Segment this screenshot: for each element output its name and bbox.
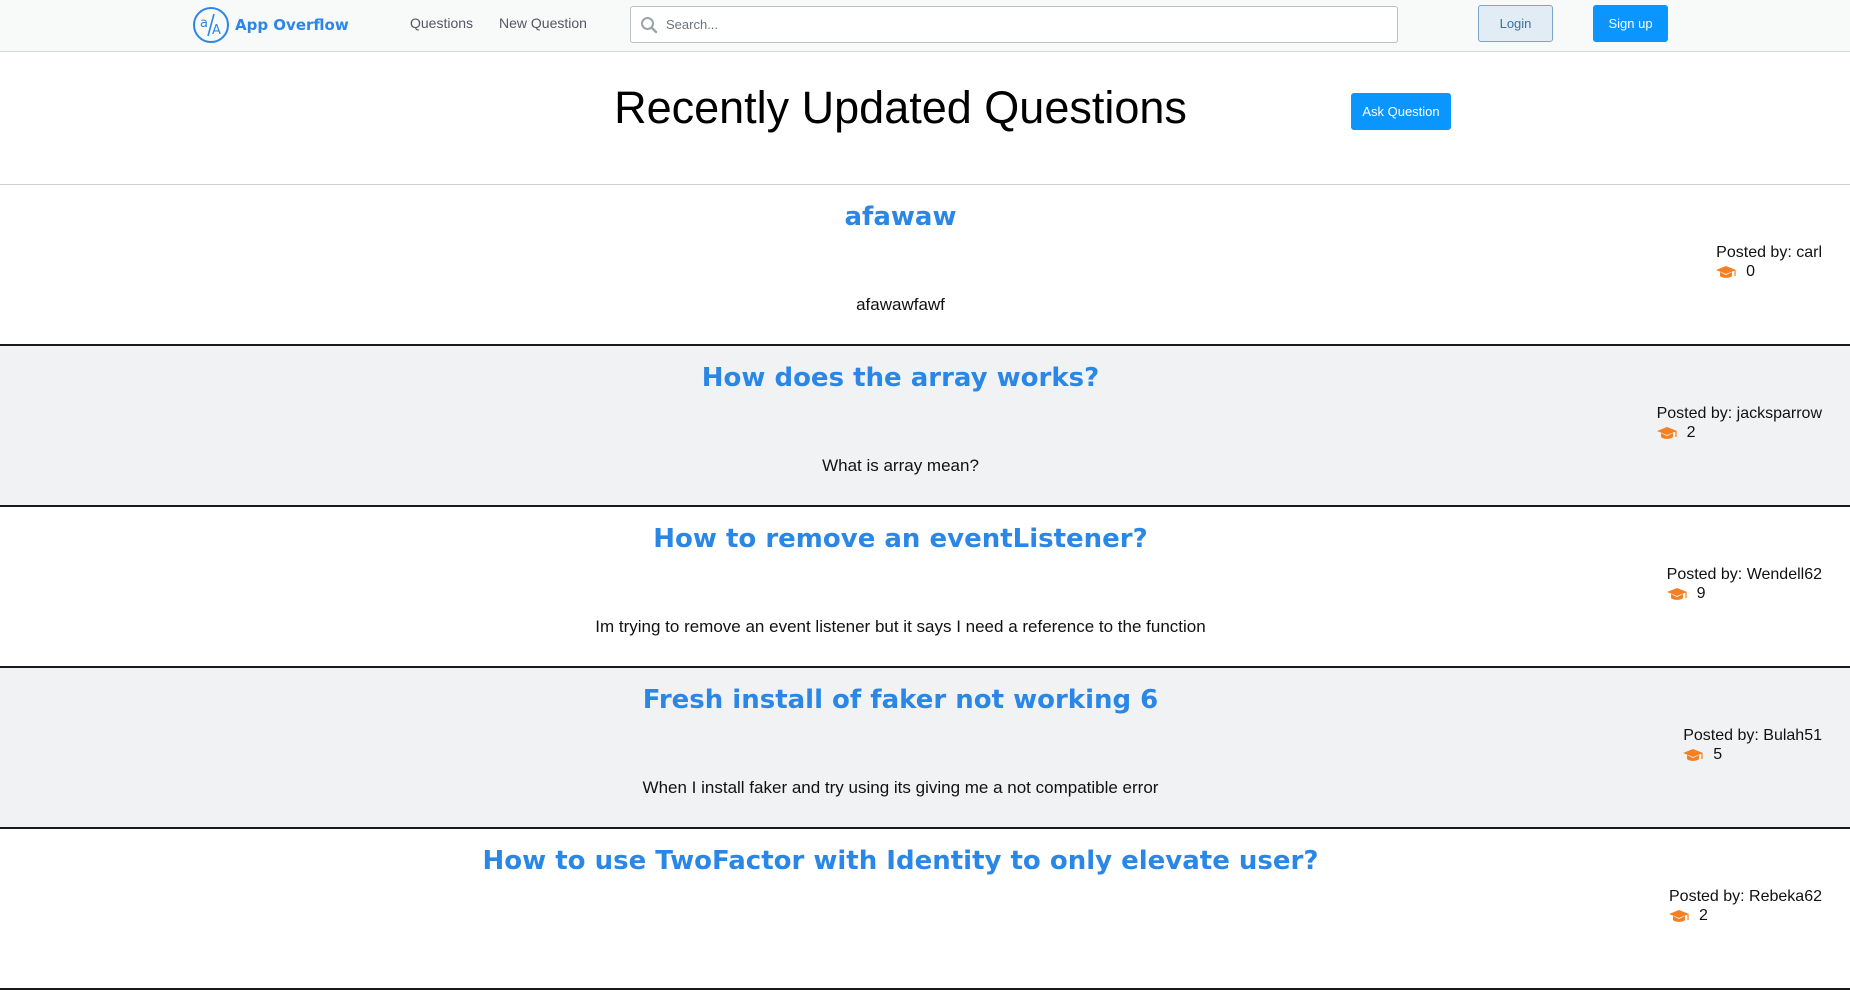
author-name: jacksparrow	[1736, 405, 1822, 422]
page-title: Recently Updated Questions	[614, 82, 1187, 133]
question-meta: Posted by: Wendell62 9	[1666, 566, 1822, 603]
graduation-cap-icon	[1666, 588, 1687, 600]
brand-link[interactable]: a A App Overflow	[192, 5, 349, 45]
posted-by: Posted by: Wendell62	[1666, 566, 1822, 583]
author-name: carl	[1796, 244, 1822, 261]
reputation-value: 0	[1746, 263, 1756, 280]
question-title-link[interactable]: Fresh install of faker not working 6	[0, 685, 1801, 715]
question-title-link[interactable]: How to use TwoFactor with Identity to on…	[0, 846, 1801, 876]
posted-by: Posted by: carl	[1716, 244, 1822, 261]
reputation-value: 2	[1699, 907, 1708, 924]
question-meta: Posted by: carl 0	[1716, 244, 1822, 281]
posted-by: Posted by: Rebeka62	[1669, 888, 1822, 905]
question-title-link[interactable]: afawaw	[0, 202, 1801, 232]
question-meta: Posted by: Rebeka62 2	[1669, 888, 1822, 925]
question-title-link[interactable]: How does the array works?	[0, 363, 1801, 393]
reputation: 2	[1669, 907, 1822, 925]
question-meta: Posted by: jacksparrow 2	[1656, 405, 1822, 442]
author-name: Bulah51	[1763, 727, 1822, 744]
question-meta: Posted by: Bulah51 5	[1683, 727, 1822, 764]
graduation-cap-icon	[1683, 749, 1704, 761]
search-box[interactable]	[630, 6, 1398, 43]
reputation: 5	[1683, 746, 1822, 764]
nav-new-question-link[interactable]: New Question	[499, 15, 587, 31]
question-item: How does the array works? Posted by: jac…	[0, 346, 1850, 507]
reputation: 9	[1666, 585, 1822, 603]
question-item: afawaw Posted by: carl 0 afawawfawf	[0, 185, 1850, 346]
reputation-value: 2	[1686, 424, 1696, 441]
question-item: How to remove an eventListener? Posted b…	[0, 507, 1850, 668]
question-body: Im trying to remove an event listener bu…	[595, 617, 1206, 636]
app-logo-icon: a A	[193, 7, 229, 43]
search-input[interactable]	[666, 7, 1391, 42]
author-name: Wendell62	[1746, 566, 1822, 583]
reputation: 2	[1656, 424, 1822, 442]
page-header: Recently Updated Questions Ask Question	[0, 52, 1850, 185]
ask-question-button[interactable]: Ask Question	[1351, 93, 1451, 130]
question-item: How to use TwoFactor with Identity to on…	[0, 829, 1850, 990]
question-item: Fresh install of faker not working 6 Pos…	[0, 668, 1850, 829]
graduation-cap-icon	[1669, 910, 1689, 922]
question-list: afawaw Posted by: carl 0 afawawfawf How …	[0, 185, 1850, 990]
svg-text:A: A	[212, 23, 221, 38]
author-name: Rebeka62	[1749, 888, 1822, 905]
question-body: When I install faker and try using its g…	[642, 778, 1159, 797]
reputation-value: 9	[1696, 585, 1706, 602]
question-title-link[interactable]: How to remove an eventListener?	[0, 524, 1801, 554]
graduation-cap-icon	[1656, 427, 1677, 439]
posted-by: Posted by: jacksparrow	[1656, 405, 1822, 422]
nav-questions-link[interactable]: Questions	[410, 15, 473, 31]
question-body: afawawfawf	[856, 295, 945, 314]
question-body: What is array mean?	[822, 456, 979, 475]
app-name: App Overflow	[235, 16, 349, 34]
reputation-value: 5	[1713, 746, 1723, 763]
search-icon	[641, 17, 658, 34]
svg-text:a: a	[200, 16, 208, 31]
reputation: 0	[1716, 263, 1822, 281]
graduation-cap-icon	[1716, 266, 1737, 278]
top-navbar: a A App Overflow Questions New Question …	[0, 0, 1850, 52]
signup-button[interactable]: Sign up	[1593, 5, 1668, 42]
login-button[interactable]: Login	[1478, 5, 1553, 42]
posted-by: Posted by: Bulah51	[1683, 727, 1822, 744]
